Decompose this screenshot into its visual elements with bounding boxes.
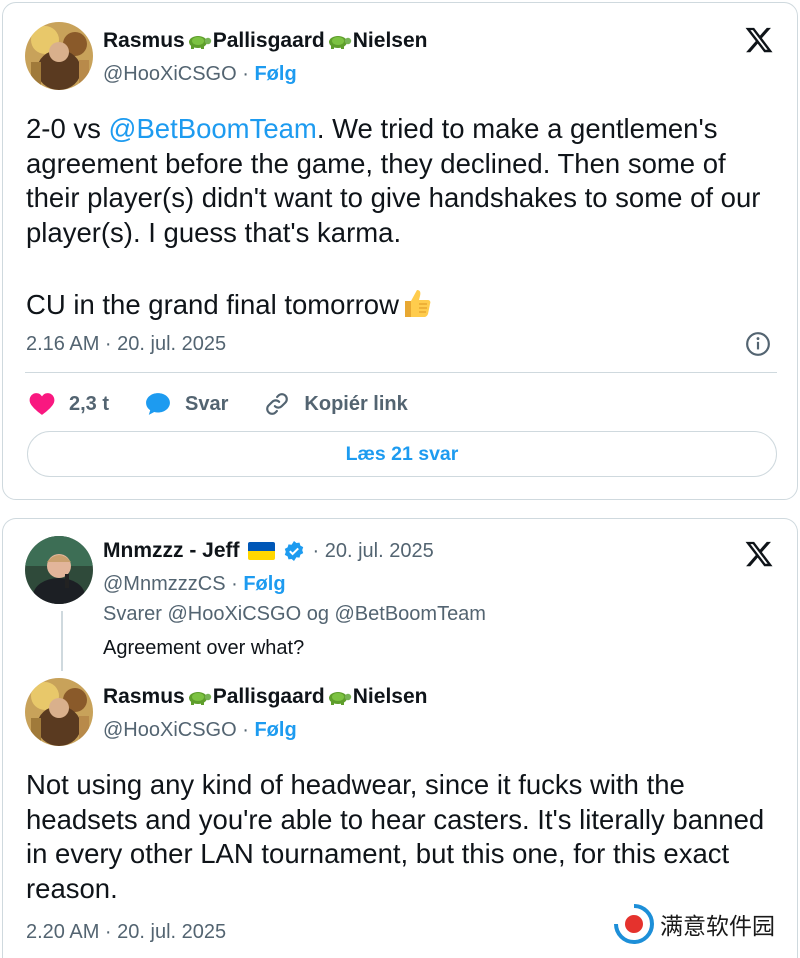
tweet-text-line: CU in the grand final tomorrow <box>26 286 786 323</box>
tweet-text: 2-0 vs @BetBoomTeam. We tried to make a … <box>26 112 786 250</box>
follow-button[interactable]: Følg <box>243 573 285 595</box>
divider <box>25 372 777 373</box>
turtle-emoji-icon <box>188 36 211 49</box>
thread-card: Mnmzzz - Jeff · 20. jul. 2025 @MnmzzzCS … <box>2 518 798 958</box>
reply-label: Svar <box>185 392 229 415</box>
reply-bubble-icon <box>146 393 170 415</box>
handle-row: @HooXiCSGO · Følg <box>103 63 297 86</box>
name-part: Nielsen <box>352 685 428 708</box>
separator: · <box>242 63 249 85</box>
handle[interactable]: @HooXiCSGO <box>103 719 237 741</box>
copy-link-label: Kopiér link <box>304 392 408 415</box>
handle-row: @MnmzzzCS · Følg <box>103 573 286 596</box>
action-bar: 2,3 t Svar Kopiér link <box>29 391 444 417</box>
timestamp[interactable]: 2.20 AM · 20. jul. 2025 <box>26 921 226 944</box>
like-button[interactable]: 2,3 t <box>29 392 109 416</box>
separator: · <box>242 719 249 741</box>
reply-button[interactable]: Svar <box>145 392 228 416</box>
avatar[interactable] <box>25 536 93 604</box>
name-part: Rasmus <box>103 685 185 708</box>
handle-row: @HooXiCSGO · Følg <box>103 719 297 742</box>
x-logo-icon[interactable] <box>743 25 775 55</box>
reply-text: Agreement over what? <box>103 637 305 659</box>
text-segment: 2-0 vs <box>26 113 109 144</box>
heart-icon <box>29 393 55 415</box>
thread-connector <box>61 611 63 671</box>
handle[interactable]: @MnmzzzCS <box>103 573 226 595</box>
like-count: 2,3 t <box>69 392 110 415</box>
timestamp[interactable]: 2.16 AM · 20. jul. 2025 <box>26 333 226 356</box>
post-date[interactable]: · 20. jul. 2025 <box>313 540 434 563</box>
thumbs-up-emoji-icon <box>404 290 431 317</box>
watermark-logo-icon <box>614 904 654 944</box>
display-name[interactable]: Mnmzzz - Jeff <box>103 539 240 563</box>
tweet-text: Not using any kind of headwear, since it… <box>26 769 765 904</box>
display-name[interactable]: Rasmus Pallisgaard Nielsen <box>103 29 427 53</box>
display-name[interactable]: Rasmus Pallisgaard Nielsen <box>103 685 427 709</box>
copy-link-button[interactable]: Kopiér link <box>264 391 408 417</box>
mention-link[interactable]: @BetBoomTeam <box>109 113 317 144</box>
link-icon <box>266 393 289 415</box>
info-icon[interactable] <box>745 331 771 357</box>
verified-badge-icon <box>284 541 303 561</box>
follow-button[interactable]: Følg <box>254 63 296 85</box>
avatar[interactable] <box>25 22 93 90</box>
watermark: 满意软件园 <box>614 904 775 944</box>
separator: · <box>231 573 238 595</box>
turtle-emoji-icon <box>328 36 351 49</box>
name-part: Pallisgaard <box>212 29 325 52</box>
replying-to: Svarer @HooXiCSGO og @BetBoomTeam <box>103 603 486 625</box>
name-part: Nielsen <box>352 29 428 52</box>
turtle-emoji-icon <box>328 692 351 705</box>
x-logo-icon[interactable] <box>743 539 775 569</box>
ukraine-flag-icon <box>247 542 275 560</box>
handle[interactable]: @HooXiCSGO <box>103 63 237 85</box>
avatar[interactable] <box>25 678 93 746</box>
text-segment: CU in the grand final tomorrow <box>26 289 399 320</box>
turtle-emoji-icon <box>188 692 211 705</box>
read-replies-button[interactable]: Læs 21 svar <box>27 431 777 477</box>
tweet-card: Rasmus Pallisgaard Nielsen @HooXiCSGO · … <box>2 2 798 500</box>
name-part: Pallisgaard <box>212 685 325 708</box>
follow-button[interactable]: Følg <box>254 719 296 741</box>
watermark-text: 满意软件园 <box>660 914 775 940</box>
author-name-row: Rasmus Pallisgaard Nielsen <box>103 685 427 709</box>
author-name-row: Rasmus Pallisgaard Nielsen <box>103 29 427 53</box>
author-name-row: Mnmzzz - Jeff · 20. jul. 2025 <box>103 539 434 563</box>
name-part: Rasmus <box>103 29 185 52</box>
